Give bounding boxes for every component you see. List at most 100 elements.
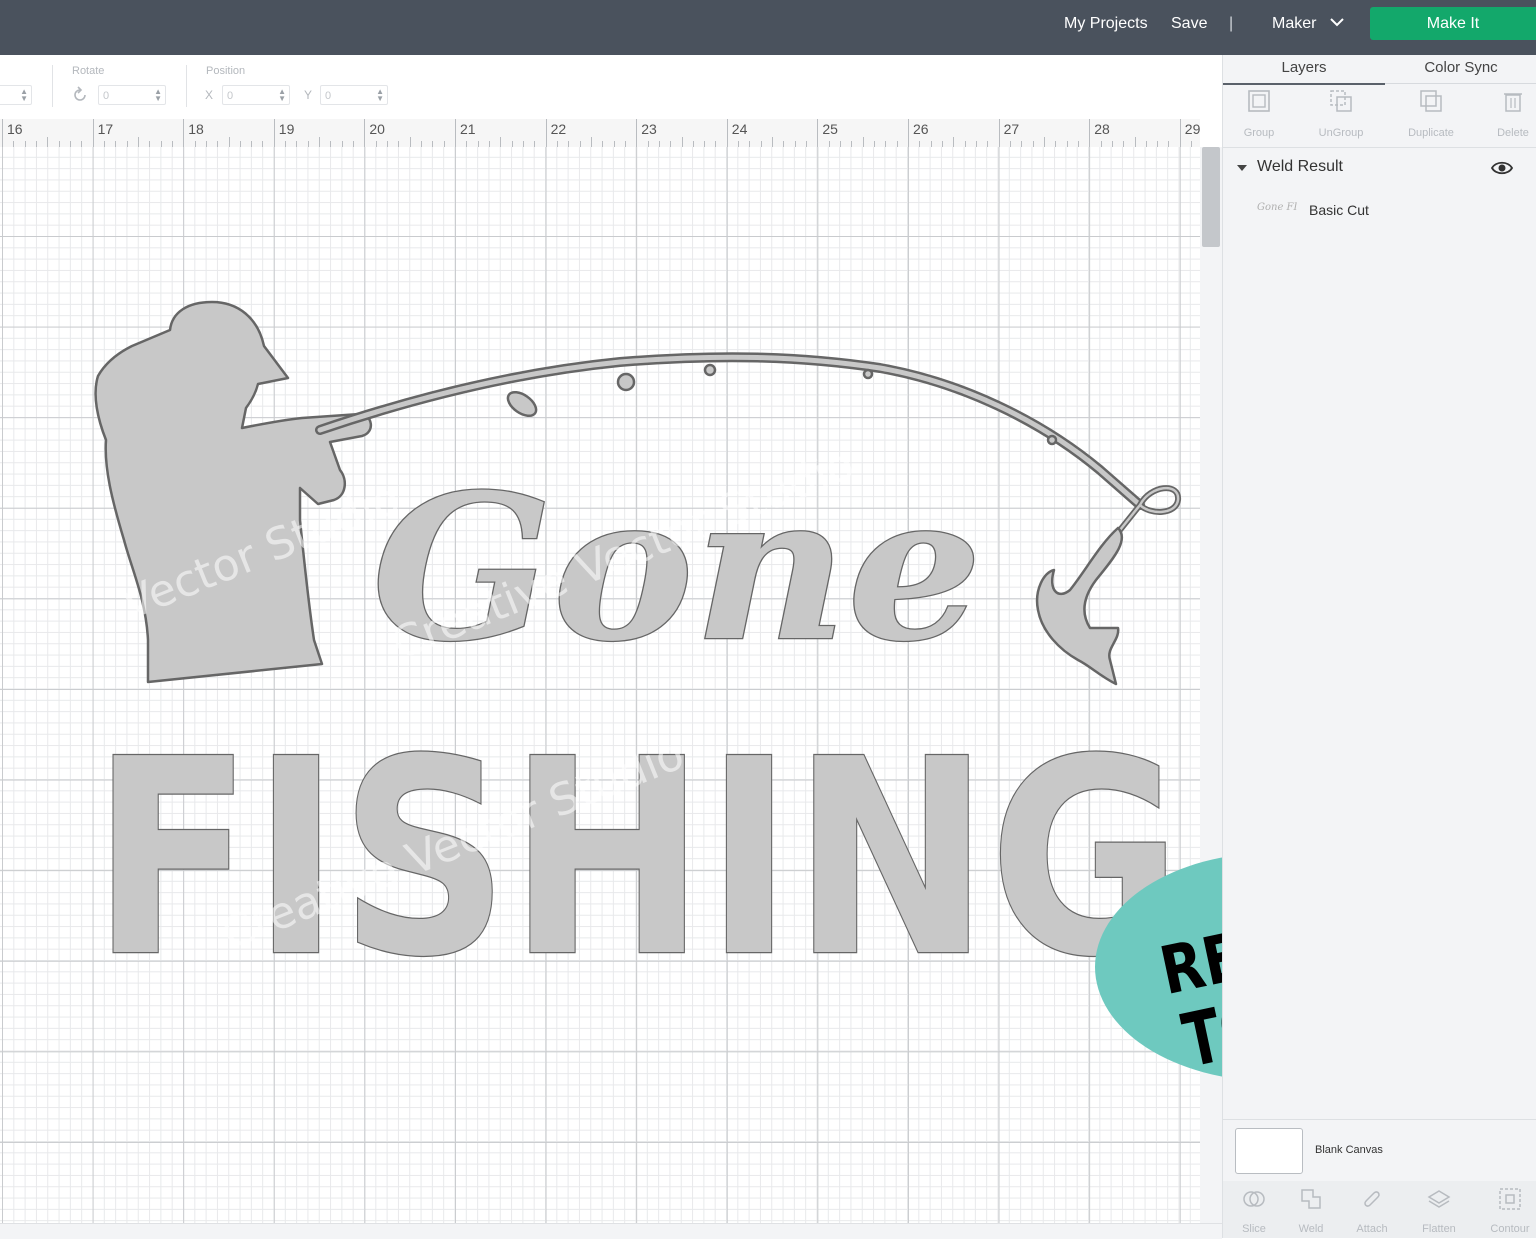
rod-guide xyxy=(703,363,717,377)
weld-result-artwork[interactable]: Gone FISHING Vector Studio Creative Vect… xyxy=(0,147,1200,1223)
ruler-major-tick xyxy=(273,119,275,147)
gone-script-text[interactable]: Gone xyxy=(371,450,984,688)
y-value: 0 xyxy=(325,90,332,102)
ruler-minor-tick xyxy=(772,137,774,147)
rotate-label: Rotate xyxy=(72,65,105,77)
ruler-minor-tick xyxy=(681,137,683,147)
chevron-down-icon[interactable] xyxy=(1328,13,1346,31)
ungroup-icon xyxy=(1330,90,1352,112)
caret-down-icon[interactable] xyxy=(1237,163,1247,173)
slice-button[interactable]: Slice xyxy=(1223,1181,1285,1238)
delete-button[interactable]: Delete xyxy=(1475,85,1536,145)
panel-divider xyxy=(1223,1119,1536,1120)
thumbnail-text: Gone FISHING xyxy=(1257,202,1297,213)
horizontal-scrollbar[interactable] xyxy=(0,1223,1222,1239)
attach-button[interactable]: Attach xyxy=(1341,1181,1403,1238)
y-label: Y xyxy=(304,88,313,102)
my-projects-link[interactable]: My Projects xyxy=(1064,0,1148,47)
toolbar-divider xyxy=(52,65,53,107)
ruler-major-tick xyxy=(364,119,366,147)
blank-canvas-label: Blank Canvas xyxy=(1315,1144,1383,1156)
trash-icon xyxy=(1504,93,1522,112)
rotate-input[interactable]: 0 ▲ ▼ xyxy=(98,85,166,105)
flatten-label: Flatten xyxy=(1422,1223,1456,1235)
eye-icon[interactable] xyxy=(1491,159,1513,177)
position-label: Position xyxy=(206,65,246,77)
stepper-icon[interactable]: ▲ ▼ xyxy=(278,88,286,103)
group-icon xyxy=(1248,90,1270,112)
ruler-number: 26 xyxy=(913,121,929,137)
stepper-icon[interactable]: ▲ ▼ xyxy=(20,88,28,103)
layers-panel: Layers Color Sync Group UnGroup Duplicat… xyxy=(1222,55,1536,1238)
ruler-number: 18 xyxy=(188,121,204,137)
make-it-button[interactable]: Make It xyxy=(1370,7,1536,40)
ruler-major-tick xyxy=(817,119,819,147)
x-value: 0 xyxy=(227,90,234,102)
flatten-button[interactable]: Flatten xyxy=(1408,1181,1470,1238)
slice-label: Slice xyxy=(1242,1223,1266,1235)
tab-layers[interactable]: Layers xyxy=(1223,55,1385,85)
stepper-icon[interactable]: ▲ ▼ xyxy=(154,88,162,103)
ruler-minor-tick xyxy=(590,137,592,147)
ruler-major-tick xyxy=(183,119,185,147)
ruler-number: 17 xyxy=(97,121,114,137)
ruler-number: 21 xyxy=(460,121,476,137)
size-field[interactable]: ▲ ▼ xyxy=(0,85,32,105)
group-button[interactable]: Group xyxy=(1221,85,1297,145)
ruler-minor-tick xyxy=(47,137,49,147)
ruler-number: 22 xyxy=(550,121,567,137)
horizontal-ruler: 16 17 18 19 20 21 22 23 24 25 26 27 28 29 xyxy=(0,119,1200,148)
scrollbar-thumb[interactable] xyxy=(1202,147,1220,247)
blank-canvas-swatch[interactable] xyxy=(1235,1128,1303,1174)
reel-shape xyxy=(506,390,538,418)
duplicate-icon xyxy=(1420,90,1442,112)
group-label: Group xyxy=(1243,127,1275,139)
ruler-minor-tick xyxy=(319,137,321,147)
x-label: X xyxy=(205,88,214,102)
attach-label: Attach xyxy=(1356,1223,1388,1235)
fish-shape[interactable] xyxy=(1035,526,1124,686)
design-canvas[interactable]: Gone FISHING Vector Studio Creative Vect… xyxy=(0,147,1200,1223)
topbar-separator: | xyxy=(1229,15,1234,32)
ruler-major-tick xyxy=(1179,119,1181,147)
ruler-major-tick xyxy=(2,119,3,147)
ruler-major-tick xyxy=(1089,119,1091,147)
ruler-number: 24 xyxy=(731,121,748,137)
delete-label: Delete xyxy=(1497,127,1529,139)
tab-color-sync[interactable]: Color Sync xyxy=(1385,55,1536,84)
layer-group-name[interactable]: Weld Result xyxy=(1257,158,1343,176)
layer-item-basic-cut[interactable]: Gone FISHING Basic Cut xyxy=(1255,195,1525,229)
paperclip-icon xyxy=(1364,1191,1380,1207)
ruler-minor-tick xyxy=(137,137,139,147)
ruler-major-tick xyxy=(455,119,456,147)
ruler-minor-tick xyxy=(1043,137,1045,147)
layer-thumbnail: Gone FISHING xyxy=(1257,202,1297,213)
contour-button[interactable]: Contour xyxy=(1479,1181,1536,1238)
x-position-input[interactable]: 0 ▲ ▼ xyxy=(222,85,290,105)
slice-icon xyxy=(1243,1191,1265,1207)
ruler-major-tick xyxy=(998,119,1000,147)
ruler-major-tick xyxy=(726,119,728,147)
duplicate-button[interactable]: Duplicate xyxy=(1393,85,1469,145)
ruler-number: 25 xyxy=(822,121,838,137)
rod-guide xyxy=(862,368,874,380)
machine-selector[interactable]: Maker xyxy=(1272,0,1316,47)
contour-icon xyxy=(1499,1188,1521,1210)
rod-guide xyxy=(1046,434,1058,446)
panel-divider xyxy=(1223,147,1536,148)
ruler-number: 20 xyxy=(369,121,385,137)
weld-button[interactable]: Weld xyxy=(1280,1181,1342,1238)
ruler-major-tick xyxy=(92,119,94,147)
weld-icon xyxy=(1301,1189,1321,1209)
bottom-toolbar: Slice Weld Attach Flatten Contour xyxy=(1223,1181,1536,1238)
save-button[interactable]: Save xyxy=(1171,0,1207,47)
toolbar-divider xyxy=(186,65,187,107)
ungroup-button[interactable]: UnGroup xyxy=(1303,85,1379,145)
y-position-input[interactable]: 0 ▲ ▼ xyxy=(320,85,388,105)
ruler-minor-tick xyxy=(1134,137,1136,147)
ruler-major-tick xyxy=(545,119,547,147)
rod-guide xyxy=(616,372,636,392)
ruler-major-tick xyxy=(908,119,909,147)
ruler-number: 28 xyxy=(1094,121,1110,137)
stepper-icon[interactable]: ▲ ▼ xyxy=(376,88,384,103)
